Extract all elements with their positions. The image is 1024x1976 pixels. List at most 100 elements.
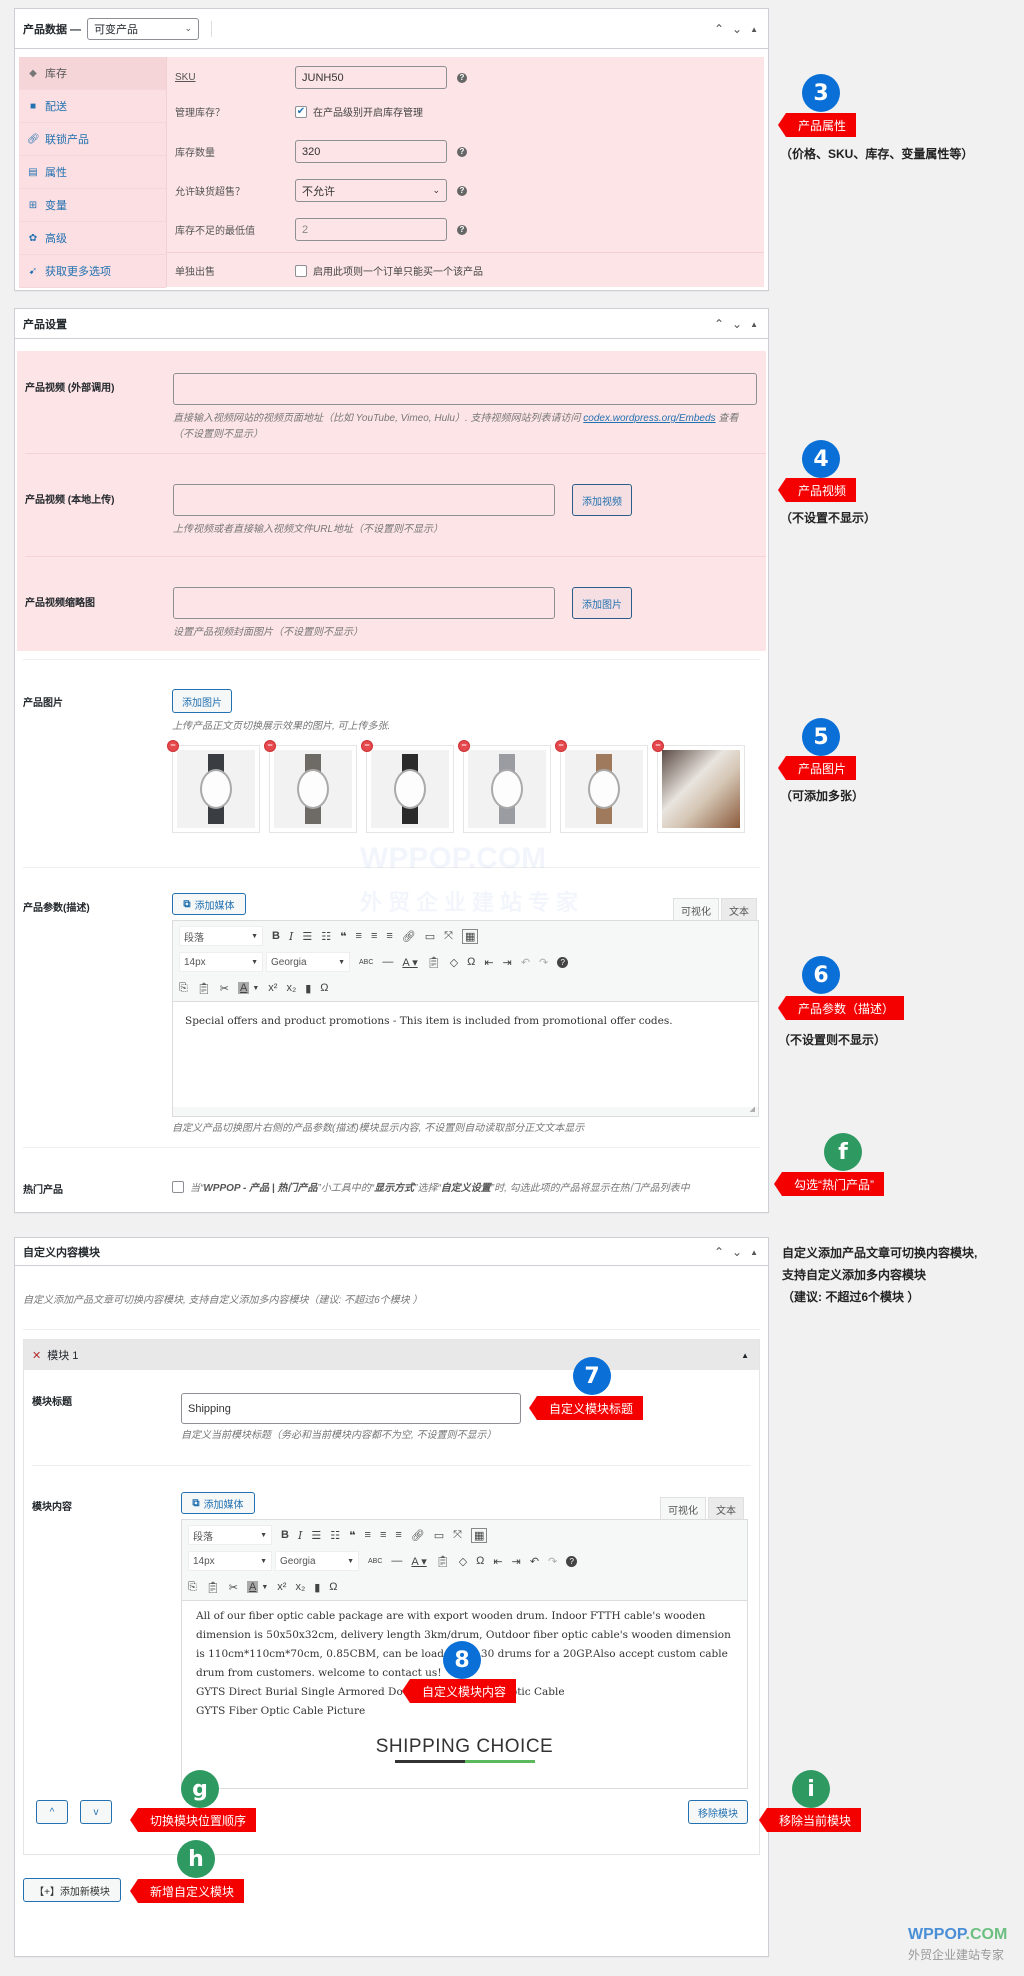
video-external-input[interactable] bbox=[173, 373, 757, 405]
tab-shipping[interactable]: ■ 配送 bbox=[19, 90, 166, 123]
align-center-icon[interactable]: ≡ bbox=[371, 930, 377, 942]
paste-text-icon[interactable]: 📋︎ bbox=[436, 1555, 450, 1568]
product-image-thumb[interactable]: − bbox=[167, 740, 260, 833]
add-thumb-image-button[interactable]: 添加图片 bbox=[572, 587, 632, 619]
remove-image-icon[interactable]: − bbox=[652, 740, 664, 752]
omega-icon[interactable]: Ω bbox=[329, 1581, 337, 1593]
bg-color-icon[interactable]: A bbox=[247, 1581, 259, 1593]
collapse-icon[interactable]: ▲ bbox=[750, 1248, 758, 1257]
special-char-icon[interactable]: Ω bbox=[467, 956, 475, 968]
desc-editor-content[interactable]: Special offers and product promotions - … bbox=[173, 1001, 758, 1107]
tab-linked-products[interactable]: 🔗︎ 联锁产品 bbox=[19, 123, 166, 156]
product-image-thumb[interactable]: − bbox=[555, 740, 648, 833]
superscript-icon[interactable]: x² bbox=[268, 982, 277, 994]
help-icon[interactable]: ? bbox=[557, 956, 569, 968]
help-icon[interactable]: ? bbox=[566, 1555, 578, 1567]
move-down-icon[interactable]: ⌄ bbox=[732, 1245, 742, 1259]
manage-stock-checkbox[interactable]: ✔ bbox=[295, 105, 307, 118]
chevron-down-icon[interactable]: ▼ bbox=[252, 985, 259, 992]
bold-icon[interactable]: B bbox=[272, 930, 280, 942]
tab-attributes[interactable]: ▤ 属性 bbox=[19, 156, 166, 189]
read-more-icon[interactable]: ▭ bbox=[425, 930, 435, 943]
move-module-down-button[interactable]: v bbox=[80, 1800, 112, 1824]
paste-icon[interactable]: 📋︎ bbox=[206, 1581, 220, 1594]
strikethrough-icon[interactable]: ABC bbox=[359, 959, 373, 966]
add-video-button[interactable]: 添加视频 bbox=[572, 484, 632, 516]
italic-icon[interactable]: I bbox=[289, 930, 293, 943]
link-icon[interactable]: 🔗︎ bbox=[411, 1529, 425, 1542]
product-image-thumb[interactable]: − bbox=[652, 740, 745, 833]
collapse-icon[interactable]: ▲ bbox=[750, 320, 758, 329]
module-title-input[interactable]: Shipping bbox=[181, 1393, 521, 1424]
remove-image-icon[interactable]: − bbox=[167, 740, 179, 752]
fullscreen-icon[interactable]: ⤧ bbox=[453, 1529, 462, 1542]
move-up-icon[interactable]: ⌃ bbox=[714, 317, 724, 331]
bold-icon[interactable]: B bbox=[281, 1529, 289, 1541]
indent-icon[interactable]: ⇥ bbox=[503, 956, 512, 969]
strikethrough-icon[interactable]: ABC bbox=[368, 1558, 382, 1565]
stock-qty-input[interactable]: 320 bbox=[295, 140, 447, 163]
horizontal-line-icon[interactable]: — bbox=[382, 956, 393, 968]
remove-image-icon[interactable]: − bbox=[555, 740, 567, 752]
move-module-up-button[interactable]: ^ bbox=[36, 1800, 68, 1824]
resize-handle[interactable]: ◢ bbox=[750, 1105, 755, 1113]
align-right-icon[interactable]: ≡ bbox=[386, 930, 392, 942]
bullet-list-icon[interactable]: ☰ bbox=[302, 930, 312, 943]
toolbar-toggle-icon[interactable]: ▦ bbox=[461, 928, 479, 944]
link-icon[interactable]: 🔗︎ bbox=[402, 930, 416, 943]
remove-image-icon[interactable]: − bbox=[361, 740, 373, 752]
tab-variations[interactable]: ⊞ 变量 bbox=[19, 189, 166, 222]
omega-icon[interactable]: Ω bbox=[320, 982, 328, 994]
sold-individually-checkbox[interactable] bbox=[295, 264, 307, 277]
fullscreen-icon[interactable]: ⤧ bbox=[444, 930, 453, 943]
cut-icon[interactable]: ✂ bbox=[220, 982, 229, 995]
remove-image-icon[interactable]: − bbox=[264, 740, 276, 752]
font-size-select[interactable]: 14px ▼ bbox=[188, 1551, 272, 1571]
help-icon[interactable]: ? bbox=[457, 146, 467, 157]
delete-module-icon[interactable]: ✕ bbox=[32, 1349, 41, 1362]
product-image-thumb[interactable]: − bbox=[361, 740, 454, 833]
help-icon[interactable]: ? bbox=[457, 224, 467, 235]
bullet-list-icon[interactable]: ☰ bbox=[311, 1529, 321, 1542]
font-family-select[interactable]: Georgia ▼ bbox=[275, 1551, 359, 1571]
undo-icon[interactable]: ↶ bbox=[530, 1555, 539, 1568]
move-down-icon[interactable]: ⌄ bbox=[732, 317, 742, 331]
tab-advanced[interactable]: ✿ 高级 bbox=[19, 222, 166, 255]
superscript-icon[interactable]: x² bbox=[277, 1581, 286, 1593]
subscript-icon[interactable]: x₂ bbox=[286, 982, 296, 994]
horizontal-line-icon[interactable]: — bbox=[391, 1555, 402, 1567]
chevron-down-icon[interactable]: ▼ bbox=[261, 1584, 268, 1591]
outdent-icon[interactable]: ⇤ bbox=[484, 956, 493, 969]
read-more-icon[interactable]: ▭ bbox=[434, 1529, 444, 1542]
remove-image-icon[interactable]: − bbox=[458, 740, 470, 752]
help-icon[interactable]: ? bbox=[457, 72, 467, 83]
product-image-thumb[interactable]: − bbox=[264, 740, 357, 833]
toolbar-toggle-icon[interactable]: ▦ bbox=[470, 1527, 488, 1543]
special-char-icon[interactable]: Ω bbox=[476, 1555, 484, 1567]
backorders-select[interactable]: 不允许 ⌄ bbox=[295, 179, 447, 202]
blockquote-icon[interactable]: ❝ bbox=[349, 1529, 355, 1542]
clear-format-icon[interactable]: ◇ bbox=[450, 956, 458, 969]
font-family-select[interactable]: Georgia ▼ bbox=[266, 952, 350, 972]
paste-text-icon[interactable]: 📋︎ bbox=[427, 956, 441, 969]
embeds-link[interactable]: codex.wordpress.org/Embeds bbox=[583, 413, 715, 424]
italic-icon[interactable]: I bbox=[298, 1529, 302, 1542]
remove-module-button[interactable]: 移除模块 bbox=[688, 1800, 748, 1824]
move-down-icon[interactable]: ⌄ bbox=[732, 22, 742, 36]
move-up-icon[interactable]: ⌃ bbox=[714, 1245, 724, 1259]
copy-icon[interactable]: ⎘ bbox=[188, 1581, 197, 1594]
paste-word-icon[interactable]: ▮ bbox=[305, 982, 311, 995]
align-left-icon[interactable]: ≡ bbox=[365, 1529, 371, 1541]
outdent-icon[interactable]: ⇤ bbox=[493, 1555, 502, 1568]
bg-color-icon[interactable]: A bbox=[238, 982, 250, 994]
low-stock-input[interactable]: 2 bbox=[295, 218, 447, 241]
add-module-button[interactable]: 【+】添加新模块 bbox=[23, 1878, 121, 1902]
module-header[interactable]: ✕ 模块 1 ▲ bbox=[24, 1340, 759, 1370]
help-icon[interactable]: ? bbox=[457, 185, 467, 196]
collapse-icon[interactable]: ▲ bbox=[750, 25, 758, 34]
paste-icon[interactable]: 📋︎ bbox=[197, 982, 211, 995]
add-media-button[interactable]: ⧉ 添加媒体 bbox=[181, 1492, 255, 1514]
text-color-icon[interactable]: A ▾ bbox=[402, 956, 417, 969]
add-product-image-button[interactable]: 添加图片 bbox=[172, 689, 232, 713]
align-right-icon[interactable]: ≡ bbox=[395, 1529, 401, 1541]
